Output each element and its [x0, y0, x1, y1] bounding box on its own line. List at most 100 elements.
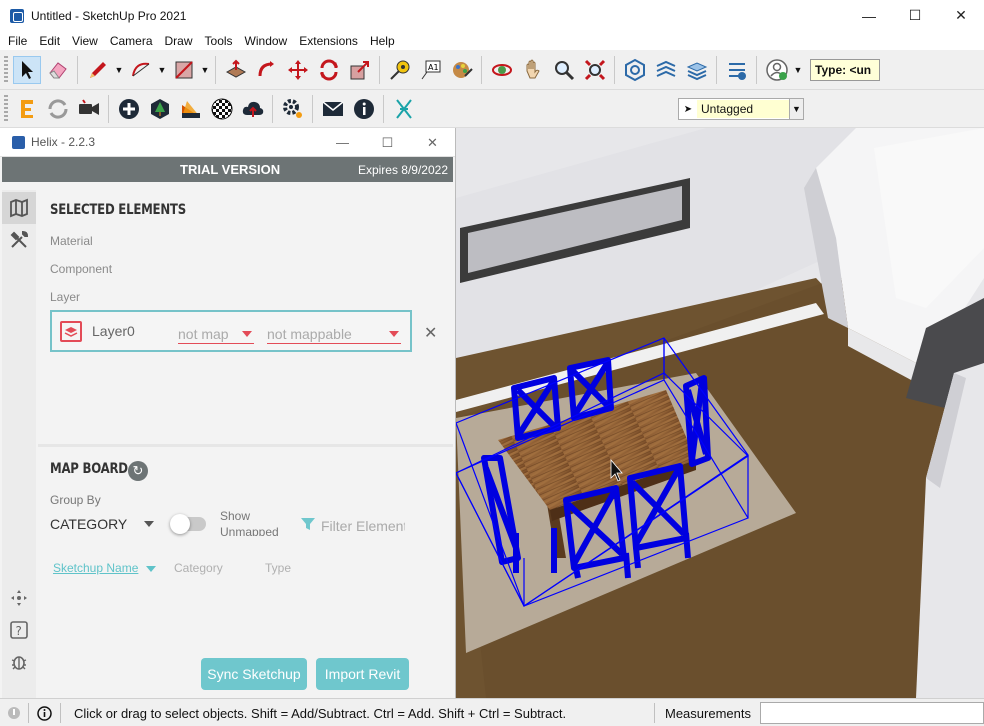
toolbar-grip[interactable]	[4, 55, 8, 84]
account-dropdown-icon[interactable]: ▼	[792, 56, 804, 84]
sketchup-app-icon	[10, 8, 24, 23]
shape-tools-dropdown-icon[interactable]: ▼	[199, 56, 211, 84]
account-profile-icon[interactable]	[763, 56, 791, 84]
move-icon[interactable]	[284, 56, 312, 84]
layer-name: Layer0	[92, 323, 135, 339]
info-icon[interactable]	[350, 95, 378, 123]
cloud-upload-icon[interactable]	[239, 95, 267, 123]
tree-icon[interactable]	[146, 95, 174, 123]
map-icon[interactable]	[2, 192, 36, 224]
video-camera-icon[interactable]	[75, 95, 103, 123]
pan-hand-icon[interactable]	[519, 56, 547, 84]
checker-sphere-icon[interactable]	[208, 95, 236, 123]
line-tools-dropdown-icon[interactable]: ▼	[113, 56, 125, 84]
orbit-icon[interactable]	[488, 56, 516, 84]
tools-wrench-hammer-icon[interactable]	[2, 224, 36, 256]
type-map-chevron-icon	[389, 331, 399, 337]
group-by-select[interactable]: CATEGORY	[50, 516, 127, 532]
extension-warehouse-icon[interactable]	[652, 56, 680, 84]
scale-icon[interactable]	[346, 56, 374, 84]
layer-stack-icon	[60, 321, 82, 342]
rotate-icon[interactable]	[315, 56, 343, 84]
maximize-button[interactable]: ☐	[892, 0, 938, 31]
column-category[interactable]: Category	[174, 561, 223, 575]
helix-title: Helix - 2.2.3	[31, 135, 96, 149]
pencil-line-icon[interactable]	[84, 56, 112, 84]
dimension-text-icon[interactable]: A1	[417, 56, 445, 84]
extensions-toolbar	[0, 90, 984, 128]
menu-view[interactable]: View	[66, 34, 104, 48]
sort-chevron-icon[interactable]	[146, 566, 156, 572]
group-by-chevron-icon[interactable]	[144, 521, 154, 527]
close-button[interactable]: ✕	[938, 0, 984, 31]
sync-sketchup-button[interactable]: Sync Sketchup	[201, 658, 307, 690]
settings-gears-icon[interactable]	[279, 95, 307, 123]
material-label: Material	[50, 234, 93, 248]
bug-report-icon[interactable]	[2, 646, 36, 678]
sync-refresh-icon[interactable]	[44, 95, 72, 123]
arc-icon[interactable]	[127, 56, 155, 84]
menu-help[interactable]: Help	[364, 34, 401, 48]
scene-drawing	[456, 128, 984, 698]
menu-extensions[interactable]: Extensions	[293, 34, 364, 48]
enscape-icon[interactable]	[13, 95, 41, 123]
paint-bucket-icon[interactable]	[448, 56, 476, 84]
layers-stack-icon[interactable]	[683, 56, 711, 84]
selected-elements-section: SELECTED ELEMENTS Material Component Lay…	[38, 190, 453, 442]
tag-dropdown-icon[interactable]: ▼	[789, 99, 803, 119]
helix-minimize-button[interactable]: —	[320, 128, 365, 157]
type-input[interactable]: Type: <un	[810, 58, 880, 81]
tag-selector[interactable]: ➤ Untagged ▼	[678, 98, 804, 120]
instructor-info-icon[interactable]	[36, 705, 52, 721]
filter-funnel-icon	[300, 516, 316, 535]
column-type[interactable]: Type	[265, 561, 291, 575]
refresh-icon[interactable]: ↻	[128, 461, 148, 481]
pointer-icon: ➤	[683, 103, 693, 115]
layer-label: Layer	[50, 290, 81, 304]
eraser-icon[interactable]	[44, 56, 72, 84]
move-arrows-icon[interactable]	[2, 582, 36, 614]
filter-elements-input[interactable]: Filter Elements	[321, 518, 405, 534]
status-message: Click or drag to select objects. Shift =…	[74, 706, 567, 721]
map-board-heading: MAP BOARD	[50, 461, 128, 477]
select-tool-icon[interactable]	[12, 55, 41, 84]
model-viewport[interactable]	[456, 128, 984, 698]
menu-window[interactable]: Window	[239, 34, 294, 48]
helix-plugin-icon[interactable]	[390, 95, 418, 123]
arc-tools-dropdown-icon[interactable]: ▼	[156, 56, 168, 84]
zoom-magnifier-icon[interactable]	[550, 56, 578, 84]
category-map-select[interactable]: not map	[178, 326, 254, 344]
remove-layer-close-icon[interactable]: ✕	[424, 323, 437, 343]
menu-tools[interactable]: Tools	[199, 34, 239, 48]
category-map-chevron-icon	[242, 331, 252, 337]
component-label: Component	[50, 262, 113, 276]
measurements-label: Measurements	[665, 706, 751, 721]
helix-close-button[interactable]: ✕	[410, 128, 455, 157]
geo-location-icon[interactable]	[6, 705, 22, 721]
measurements-input[interactable]	[760, 702, 984, 724]
helix-maximize-button[interactable]: ☐	[365, 128, 410, 157]
menu-draw[interactable]: Draw	[159, 34, 199, 48]
type-map-select[interactable]: not mappable	[267, 326, 401, 344]
follow-me-icon[interactable]	[253, 56, 281, 84]
tape-measure-icon[interactable]	[386, 56, 414, 84]
menu-camera[interactable]: Camera	[104, 34, 159, 48]
toolbar-grip-2[interactable]	[4, 94, 8, 123]
mail-envelope-icon[interactable]	[319, 95, 347, 123]
column-sketchup-name[interactable]: Sketchup Name	[53, 561, 138, 575]
show-unmapped-toggle[interactable]	[170, 514, 206, 534]
zoom-extents-icon[interactable]	[581, 56, 609, 84]
menu-file[interactable]: File	[2, 34, 33, 48]
trial-banner: TRIAL VERSION Expires 8/9/2022	[2, 157, 453, 182]
push-pull-icon[interactable]	[222, 56, 250, 84]
minimize-button[interactable]: —	[846, 0, 892, 31]
svg-text:A1: A1	[428, 63, 439, 72]
material-fan-icon[interactable]	[177, 95, 205, 123]
help-question-icon[interactable]: ?	[2, 614, 36, 646]
add-plus-icon[interactable]	[115, 95, 143, 123]
menu-edit[interactable]: Edit	[33, 34, 66, 48]
warehouse-icon[interactable]	[621, 56, 649, 84]
extension-manager-icon[interactable]	[723, 56, 751, 84]
rectangle-icon[interactable]	[170, 56, 198, 84]
import-revit-button[interactable]: Import Revit	[316, 658, 409, 690]
